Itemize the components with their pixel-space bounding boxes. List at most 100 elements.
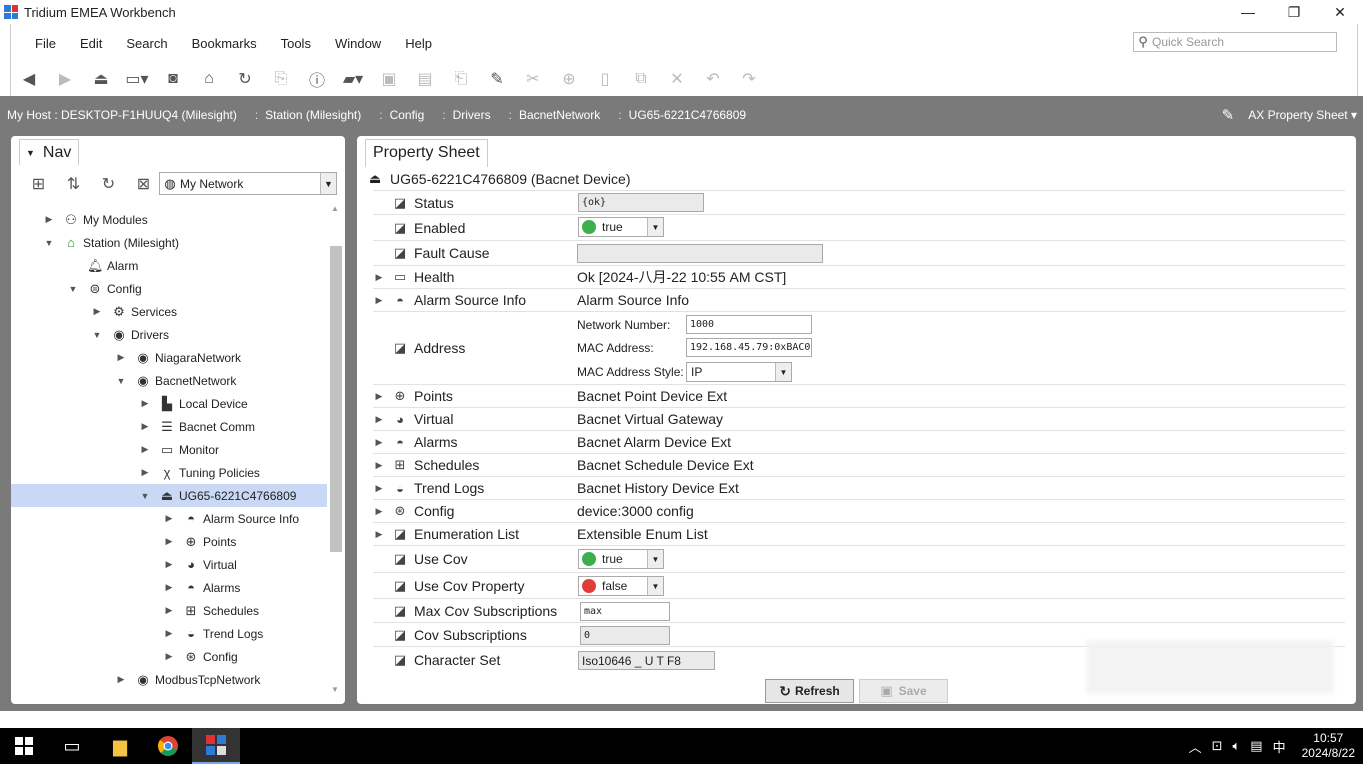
save-all-icon[interactable]: ▤ (407, 65, 443, 93)
folder-icon[interactable]: ▰▾ (335, 65, 371, 93)
collapse-icon[interactable]: ▼ (139, 491, 151, 501)
new-folder-icon[interactable]: ⊞ (21, 174, 56, 194)
pencil-icon[interactable]: ✎ (1222, 106, 1235, 124)
expand-icon[interactable]: ▶ (373, 437, 385, 448)
expand-icon[interactable]: ▶ (373, 506, 385, 517)
menu-bookmarks[interactable]: Bookmarks (192, 36, 257, 51)
task-view-icon[interactable]: ▭ (48, 728, 96, 764)
home-icon[interactable]: ⌂ (191, 65, 227, 93)
menu-search[interactable]: Search (126, 36, 167, 51)
menu-help[interactable]: Help (405, 36, 432, 51)
tree-item-bacnetnetwork[interactable]: ▼ ◉ BacnetNetwork (115, 369, 237, 392)
expand-icon[interactable]: ▶ (373, 272, 385, 283)
tree-item-bacnet-comm[interactable]: ▶ ☰ Bacnet Comm (139, 415, 256, 438)
chevron-down-icon[interactable]: ▼ (775, 363, 791, 381)
refresh-icon[interactable]: ↻ (227, 65, 263, 93)
tree-item-services[interactable]: ▶ ⚙ Services (91, 300, 177, 323)
forward-icon[interactable]: ▶ (47, 65, 83, 93)
redo-icon[interactable]: ↷ (731, 65, 767, 93)
tree-item-alarm-source-info[interactable]: ▶ ◓ Alarm Source Info (163, 507, 300, 530)
up-level-icon[interactable]: ⏏ (83, 65, 119, 93)
tree-item-drivers[interactable]: ▼ ◉ Drivers (91, 323, 169, 346)
close-icon[interactable]: ⊠ (126, 174, 161, 194)
expand-icon[interactable]: ▶ (115, 674, 127, 685)
scroll-thumb[interactable] (330, 246, 342, 552)
tree-item-config[interactable]: ▼ ⊜ Config (67, 277, 142, 300)
file-explorer-icon[interactable]: ▆ (96, 728, 144, 764)
use-cov-select[interactable]: true ▼ (578, 549, 664, 569)
chevron-down-icon[interactable]: ▼ (647, 577, 663, 595)
sync-icon[interactable]: ⇅ (56, 174, 91, 194)
tree-item-device-config[interactable]: ▶ ⊛ Config (163, 645, 238, 668)
expand-icon[interactable]: ▶ (373, 391, 385, 402)
expand-icon[interactable]: ▶ (139, 421, 151, 432)
tree-item-alarm[interactable]: 🔔︎ Alarm (87, 254, 138, 277)
info-icon[interactable]: ⓘ (299, 65, 335, 93)
network-select[interactable]: ◍ My Network ▼ (159, 172, 337, 195)
chevron-down-icon[interactable]: ▼ (647, 550, 663, 568)
nav-scrollbar[interactable]: ▲ ▼ (329, 200, 343, 704)
chrome-icon[interactable] (144, 728, 192, 764)
tree-item-niagaranetwork[interactable]: ▶ ◉ NiagaraNetwork (115, 346, 242, 369)
tree-item-local-device[interactable]: ▶ ▙ Local Device (139, 392, 248, 415)
breadcrumb-config[interactable]: Config (390, 108, 425, 122)
tree-item-tuning-policies[interactable]: ▶ χ Tuning Policies (139, 461, 260, 484)
back-icon[interactable]: ◀ (11, 65, 47, 93)
expand-icon[interactable]: ▶ (163, 513, 175, 524)
breadcrumb-device[interactable]: UG65-6221C4766809 (629, 108, 746, 122)
chevron-up-icon[interactable]: ︿ (1189, 737, 1202, 756)
network-number-field[interactable]: 1000 (686, 315, 812, 334)
workbench-taskbar-icon[interactable] (192, 728, 240, 764)
delete-icon[interactable]: ✕ (659, 65, 695, 93)
tree-item-ug65-device[interactable]: ▼ ⏏ UG65-6221C4766809 (11, 484, 327, 507)
refresh-button[interactable]: ↻ Refresh (765, 679, 854, 703)
chevron-down-icon[interactable]: ▼ (320, 173, 336, 194)
mac-style-select[interactable]: IP ▼ (686, 362, 792, 382)
expand-icon[interactable]: ▶ (163, 536, 175, 547)
caret-down-icon[interactable]: ▼ (26, 148, 35, 158)
paste-icon[interactable]: ▯ (587, 65, 623, 93)
view-selector[interactable]: AX Property Sheet ▾ (1248, 108, 1357, 122)
expand-icon[interactable]: ▶ (373, 483, 385, 494)
tree-item-points[interactable]: ▶ ⊕ Points (163, 530, 237, 553)
expand-icon[interactable]: ▶ (373, 460, 385, 471)
tree-item-station[interactable]: ▼ ⌂ Station (Milesight) (43, 231, 180, 254)
windows-start-icon[interactable] (0, 728, 48, 764)
network-icon[interactable]: ⊡ (1212, 738, 1223, 754)
minimize-button[interactable]: — (1225, 0, 1271, 24)
breadcrumb-station[interactable]: Station (Milesight) (265, 108, 361, 122)
expand-icon[interactable]: ▶ (163, 582, 175, 593)
tree-item-monitor[interactable]: ▶ ▭ Monitor (139, 438, 219, 461)
expand-icon[interactable]: ▶ (43, 214, 55, 225)
clock[interactable]: 10:57 2024/8/22 (1302, 731, 1355, 761)
menu-tools[interactable]: Tools (281, 36, 311, 51)
copy-icon[interactable]: ⊕ (551, 65, 587, 93)
use-cov-property-select[interactable]: false ▼ (578, 576, 664, 596)
menu-edit[interactable]: Edit (80, 36, 102, 51)
menu-window[interactable]: Window (335, 36, 381, 51)
expand-icon[interactable]: ▶ (163, 651, 175, 662)
refresh-icon[interactable]: ↻ (91, 174, 126, 194)
sidebar-icon[interactable]: ▭▾ (119, 65, 155, 93)
menu-file[interactable]: File (35, 36, 56, 51)
cut-icon[interactable]: ✂ (515, 65, 551, 93)
camera-icon[interactable]: ◙ (155, 65, 191, 93)
edit-icon[interactable]: ✎ (479, 65, 515, 93)
tree-item-virtual[interactable]: ▶ ◕ Virtual (163, 553, 237, 576)
maximize-button[interactable]: ❐ (1271, 0, 1317, 24)
expand-icon[interactable]: ▶ (139, 398, 151, 409)
expand-icon[interactable]: ▶ (115, 352, 127, 363)
quick-search-input[interactable]: ⚲ Quick Search (1133, 32, 1337, 52)
tree-item-my-modules[interactable]: ▶ ⚇ My Modules (43, 208, 148, 231)
expand-icon[interactable]: ▶ (139, 444, 151, 455)
expand-icon[interactable]: ▶ (163, 559, 175, 570)
enabled-select[interactable]: true ▼ (578, 217, 664, 237)
expand-icon[interactable]: ▶ (373, 414, 385, 425)
mac-address-field[interactable]: 192.168.45.79:0xBAC0 (686, 338, 812, 357)
breadcrumb-bacnetnetwork[interactable]: BacnetNetwork (519, 108, 600, 122)
notification-icon[interactable]: ▤ (1250, 738, 1262, 754)
chevron-down-icon[interactable]: ▼ (647, 218, 663, 236)
expand-icon[interactable]: ▶ (163, 605, 175, 616)
duplicate-icon[interactable]: ⧉ (623, 65, 659, 93)
open-icon[interactable]: ⎘ (263, 65, 299, 93)
